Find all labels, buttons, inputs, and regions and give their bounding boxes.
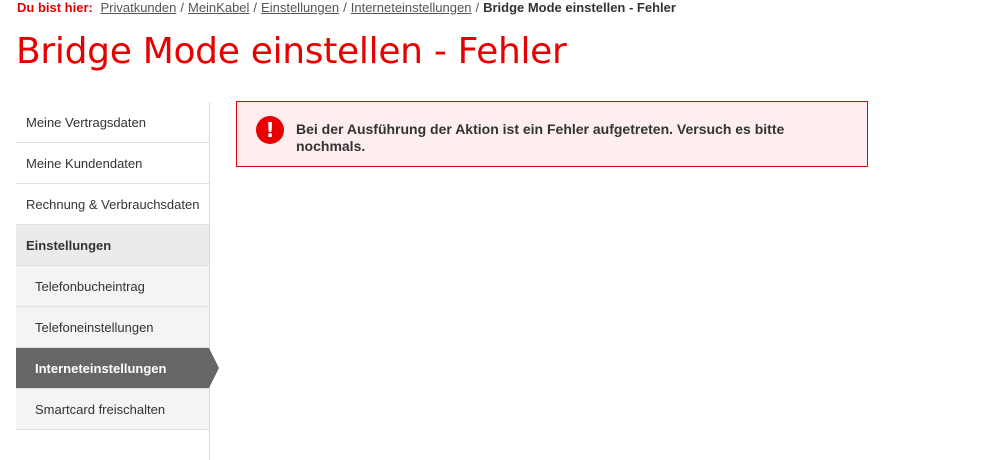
sidebar-item-label: Interneteinstellungen	[35, 360, 167, 376]
sidebar-item-vertragsdaten[interactable]: Meine Vertragsdaten	[16, 102, 209, 143]
sidebar-item-label: Telefoneinstellungen	[35, 319, 154, 335]
breadcrumb-link-interneteinstellungen[interactable]: Interneteinstellungen	[351, 0, 472, 15]
sidebar-item-label: Telefonbucheintrag	[35, 278, 145, 294]
breadcrumb: Du bist hier: Privatkunden / MeinKabel / Ein…	[17, 0, 676, 16]
breadcrumb-separator: /	[343, 0, 347, 15]
sidebar-item-label: Meine Vertragsdaten	[26, 114, 146, 130]
breadcrumb-separator: /	[475, 0, 480, 15]
page: Du bist hier: Privatkunden / MeinKabel / Ein…	[0, 0, 999, 460]
page-title: Bridge Mode einstellen - Fehler	[16, 31, 567, 72]
sidebar-item-label: Meine Kundendaten	[26, 155, 143, 171]
sidebar-item-interneteinstellungen[interactable]: Interneteinstellungen	[16, 348, 219, 389]
breadcrumb-current: Bridge Mode einstellen - Fehler	[483, 0, 676, 15]
breadcrumb-prefix: Du bist hier:	[17, 0, 93, 15]
error-message: Bei der Ausführung der Aktion ist ein Fe…	[296, 121, 785, 154]
sidebar-item-rechnung[interactable]: Rechnung & Verbrauchsdaten	[16, 184, 209, 225]
error-alert: ! Bei der Ausführung der Aktion ist ein …	[236, 101, 868, 167]
active-arrow-icon	[209, 348, 219, 388]
breadcrumb-link-einstellungen[interactable]: Einstellungen	[261, 0, 339, 15]
sidebar-item-telefoneinstellungen[interactable]: Telefoneinstellungen	[16, 307, 209, 348]
sidebar-item-kundendaten[interactable]: Meine Kundendaten	[16, 143, 209, 184]
breadcrumb-separator: /	[253, 0, 258, 15]
breadcrumb-separator: /	[180, 0, 184, 15]
sidebar-item-einstellungen[interactable]: Einstellungen	[16, 225, 209, 266]
sidebar-item-label: Einstellungen	[26, 237, 112, 253]
breadcrumb-link-privatkunden[interactable]: Privatkunden	[100, 0, 176, 15]
sidebar-item-label: Smartcard freischalten	[35, 401, 166, 417]
sidebar-item-smartcard[interactable]: Smartcard freischalten	[16, 389, 209, 430]
sidebar-item-label: Rechnung & Verbrauchsdaten	[26, 196, 200, 212]
sidebar-nav: Meine Vertragsdaten Meine Kundendaten Re…	[16, 102, 219, 460]
sidebar-item-telefonbucheintrag[interactable]: Telefonbucheintrag	[16, 266, 209, 307]
error-exclamation-icon: !	[256, 116, 284, 144]
breadcrumb-link-meinkabel[interactable]: MeinKabel	[188, 0, 249, 15]
